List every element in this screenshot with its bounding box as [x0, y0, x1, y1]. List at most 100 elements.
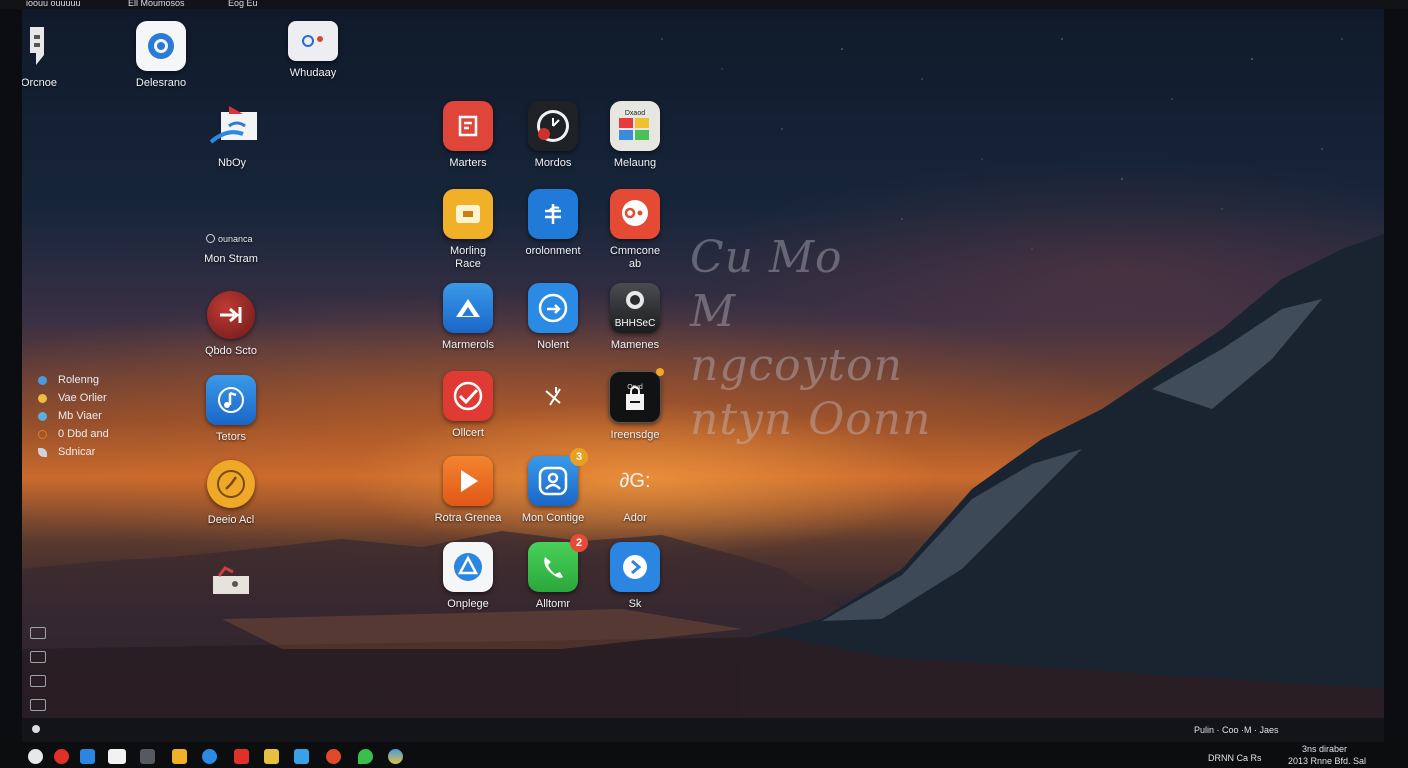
desktop-icon-deeio-acl[interactable]: Deeio Acl	[186, 460, 276, 527]
app-icon[interactable]: Morling Race	[423, 189, 513, 271]
desktop-icon-tetors[interactable]: Tetors	[186, 375, 276, 444]
left-dock	[30, 627, 46, 718]
sidebar-item[interactable]: Rolenng	[34, 371, 109, 389]
icon-label: Orcnoe	[22, 77, 58, 89]
signature-watermark: Cu Mo M ngcoyton ntyn Oonn	[690, 232, 932, 445]
app-icon[interactable]: Marters	[423, 101, 513, 170]
shopping-bag-icon: Orud	[609, 368, 664, 423]
triangle-blue-icon	[443, 283, 493, 333]
check-icon	[38, 448, 47, 457]
icon-label: Alltomr	[535, 598, 571, 610]
app-icon[interactable]: Ollcert	[423, 371, 513, 440]
start-icon[interactable]	[28, 749, 43, 764]
app-icon[interactable]: BHHSeC Mamenes	[590, 283, 680, 352]
app-icon[interactable]: 2 Alltomr	[508, 534, 598, 611]
icon-label: Rotra Grenea	[434, 512, 502, 524]
browser-icon[interactable]	[326, 749, 341, 764]
desktop-icon-qbdo-scto[interactable]: Qbdo Scto	[186, 291, 276, 358]
toolbox-icon	[206, 555, 256, 605]
dock-item-icon[interactable]	[30, 675, 46, 687]
icon-label: Mamenes	[610, 339, 660, 351]
icon-label: Ireensdge	[610, 429, 660, 441]
tray-line-2: 2013 Rnne Bfd. Sal	[1288, 756, 1367, 766]
desktop-icon-mon-stram[interactable]: Mon Stram	[186, 247, 276, 266]
tray-line-1: 3ns diraber	[1302, 744, 1348, 754]
icon-label: Mon Contige	[521, 512, 585, 524]
shield-icon	[38, 430, 47, 439]
chrome-icon[interactable]	[388, 749, 403, 764]
app-icon[interactable]: Sk	[590, 542, 680, 611]
notification-dot	[656, 368, 664, 376]
app-icon[interactable]: 3 Mon Contige	[508, 448, 598, 525]
video-icon[interactable]	[140, 749, 155, 764]
app-icon[interactable]: Nolent	[508, 283, 598, 352]
desktop-icon-nboy[interactable]: NbOy	[187, 101, 277, 170]
icon-label: Onplege	[447, 598, 489, 610]
grid-apps-icon[interactable]	[172, 749, 187, 764]
menu-bar: ioouu ouuuuu Ell Moumosos Eog Eu	[0, 0, 1408, 9]
icon-label: Mon Stram	[204, 253, 258, 265]
icon-label: Whudaay	[289, 67, 337, 79]
notification-badge: 3	[570, 448, 588, 466]
checkmark-red-icon	[443, 371, 493, 421]
sparkle-icon	[528, 371, 578, 421]
photos-icon[interactable]	[294, 749, 309, 764]
photo-yellow-icon	[443, 189, 493, 239]
app-icon[interactable]: Onplege	[423, 542, 513, 611]
menu-item[interactable]: ioouu ouuuuu	[26, 0, 81, 8]
icon-label: Cmmcone ab	[609, 245, 661, 270]
desktop-icon-whudaay[interactable]: Whudaay	[268, 21, 358, 80]
circle-chevron-icon	[610, 542, 660, 592]
notification-badge: 2	[570, 534, 588, 552]
app-icon[interactable]: ∂G: Ador	[590, 456, 680, 525]
svg-text:BHHSeC: BHHSeC	[615, 318, 655, 329]
contact-icon: 3	[528, 448, 588, 506]
camera-lens-icon	[136, 21, 186, 71]
play-icon	[443, 456, 493, 506]
app-icon[interactable]: orolonment	[508, 189, 598, 258]
icon-label: Tetors	[216, 431, 246, 443]
sidebar-item[interactable]: Sdnicar	[34, 443, 109, 461]
wallet-cards-icon: Dxaod	[610, 101, 660, 151]
mail-tray-icon	[207, 101, 257, 151]
globe-icon[interactable]	[202, 749, 217, 764]
music-note-icon	[206, 375, 256, 425]
icon-label: Mordos	[534, 157, 572, 169]
icon-label: Melaung	[613, 157, 657, 169]
desktop-icon-delesrano[interactable]: Delesrano	[116, 21, 206, 90]
files-icon[interactable]	[264, 749, 279, 764]
app-icon[interactable]: Cmmcone ab	[590, 189, 680, 271]
app-icon[interactable]: Marmerols	[423, 283, 513, 352]
map-pin-icon[interactable]	[358, 749, 373, 764]
ring-icon	[206, 234, 215, 243]
menu-item[interactable]: Ell Moumosos	[128, 0, 185, 8]
menu-item[interactable]: Eog Eu	[228, 0, 258, 8]
app-icon[interactable]: Dxaod Melaung	[590, 101, 680, 170]
power-icon[interactable]	[32, 725, 40, 733]
desktop-icon-orcnoe[interactable]: Orcnoe	[22, 21, 84, 90]
sidebar-item[interactable]: 0 Dbd and	[34, 425, 109, 443]
home-icon[interactable]	[80, 749, 95, 764]
app-red-icon[interactable]	[54, 749, 69, 764]
dock-item-icon[interactable]	[30, 651, 46, 663]
sidebar-item[interactable]: Vae Orlier	[34, 389, 109, 407]
app-icon[interactable]	[508, 371, 598, 421]
tray-label: DRNN Ca Rs	[1208, 753, 1262, 763]
dock-item-icon[interactable]	[30, 627, 46, 639]
document-red-icon	[443, 101, 493, 151]
ring-label-top: ounanca	[206, 233, 253, 245]
app-icon[interactable]: Mordos	[508, 101, 598, 170]
icon-label: Delesrano	[135, 77, 187, 89]
sidebar-list: Rolenng Vae Orlier Mb Viaer 0 Dbd and Sd…	[34, 371, 109, 461]
icon-label: Qbdo Scto	[205, 345, 257, 357]
media-icon[interactable]	[234, 749, 249, 764]
face-silhouette-icon	[22, 21, 64, 71]
desktop-icon-toolbox[interactable]	[186, 555, 276, 605]
sidebar-item[interactable]: Mb Viaer	[34, 407, 109, 425]
dock-item-icon[interactable]	[30, 699, 46, 711]
app-icon[interactable]: Rotra Grenea	[423, 456, 513, 525]
app-icon[interactable]: Orud Ireensdge	[590, 368, 680, 442]
clock-dark-icon	[528, 101, 578, 151]
icon-label: Sk	[628, 598, 642, 610]
chat-bubble-icon[interactable]	[108, 749, 126, 764]
